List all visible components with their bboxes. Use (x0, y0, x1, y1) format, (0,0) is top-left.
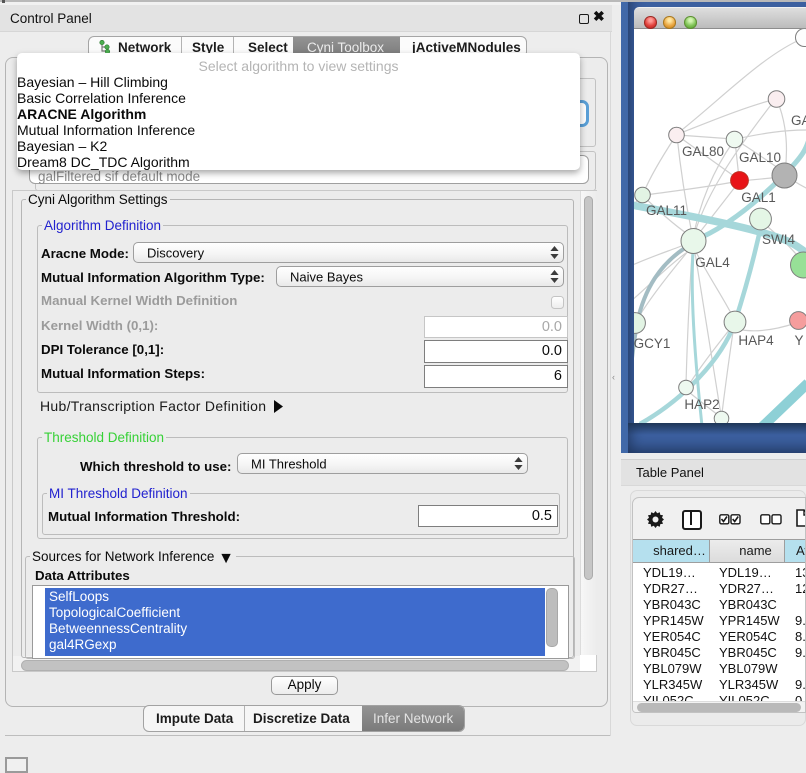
svg-text:HAP2: HAP2 (684, 397, 719, 412)
svg-text:GAL10: GAL10 (739, 150, 781, 165)
svg-text:GAL7: GAL7 (791, 113, 806, 128)
svg-text:GAL11: GAL11 (646, 203, 687, 218)
svg-text:SWI4: SWI4 (762, 232, 795, 247)
svg-text:GCY1: GCY1 (634, 336, 670, 351)
svg-text:GAL4: GAL4 (695, 255, 730, 270)
svg-text:HAP4: HAP4 (738, 333, 774, 348)
svg-text:GAL1: GAL1 (741, 190, 776, 205)
svg-text:GAL80: GAL80 (682, 144, 724, 159)
svg-text:Y: Y (794, 333, 803, 348)
